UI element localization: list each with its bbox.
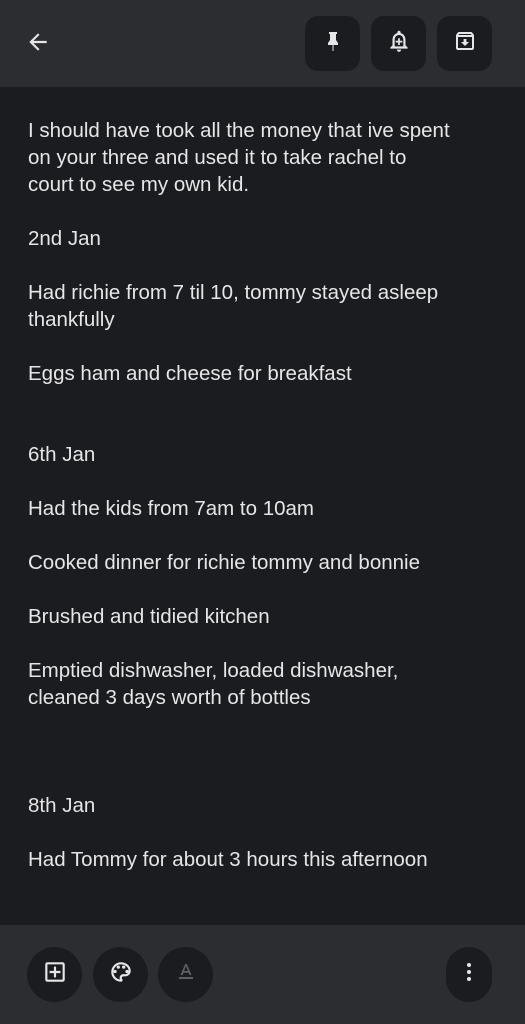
note-text-line: Brushed and tidied kitchen <box>28 605 270 628</box>
note-text-line: Had richie from 7 til 10, tommy stayed a… <box>28 281 439 304</box>
pin-icon <box>321 29 345 58</box>
add-item-button[interactable] <box>27 947 82 1002</box>
more-options-button[interactable] <box>446 947 492 1002</box>
note-text-line <box>28 819 497 846</box>
add-reminder-bell-icon <box>386 28 412 59</box>
note-text-line: I should have took all the money that iv… <box>28 119 450 142</box>
note-text-line: Eggs ham and cheese for breakfast <box>28 362 352 385</box>
note-text-line: 6th Jan <box>28 443 96 466</box>
note-text-line: thankfully <box>28 308 115 331</box>
note-text-line: cleaned 3 days worth of bottles <box>28 686 311 709</box>
note-text-line <box>28 711 497 738</box>
text-format-icon <box>174 960 198 989</box>
note-text-line: Cooked dinner for richie tommy and bonni… <box>28 551 420 574</box>
note-text-line: 8th Jan <box>28 794 96 817</box>
top-app-bar <box>0 0 525 87</box>
reminder-button[interactable] <box>371 16 426 71</box>
archive-icon <box>453 29 477 58</box>
note-text-line <box>28 522 497 549</box>
note-text-line <box>28 198 497 225</box>
note-body[interactable]: I should have took all the money that iv… <box>0 87 525 925</box>
note-text-line: on your three and used it to take rachel… <box>28 146 407 169</box>
note-text-line <box>28 468 497 495</box>
note-text-line <box>28 387 497 414</box>
note-text-line: Emptied dishwasher, loaded dishwasher, <box>28 659 399 682</box>
note-text-line: Had Tommy for about 3 hours this afterno… <box>28 848 428 871</box>
note-text-line <box>28 333 497 360</box>
note-text-line <box>28 738 497 765</box>
text-format-button[interactable] <box>158 947 213 1002</box>
back-button[interactable] <box>14 24 62 64</box>
note-text-line <box>28 414 497 441</box>
note-text-line: court to see my own kid. <box>28 173 250 196</box>
note-text-line: 2nd Jan <box>28 227 101 250</box>
arrow-back-icon <box>25 29 51 60</box>
bottom-app-bar <box>0 925 525 1024</box>
note-text-line <box>28 630 497 657</box>
add-box-icon <box>42 959 68 990</box>
note-text-line: Had the kids from 7am to 10am <box>28 497 314 520</box>
color-palette-button[interactable] <box>93 947 148 1002</box>
palette-icon <box>108 959 134 990</box>
archive-button[interactable] <box>437 16 492 71</box>
note-text-line <box>28 252 497 279</box>
note-text-line <box>28 576 497 603</box>
note-text-line <box>28 765 497 792</box>
more-vert-icon <box>457 960 481 989</box>
pin-button[interactable] <box>305 16 360 71</box>
